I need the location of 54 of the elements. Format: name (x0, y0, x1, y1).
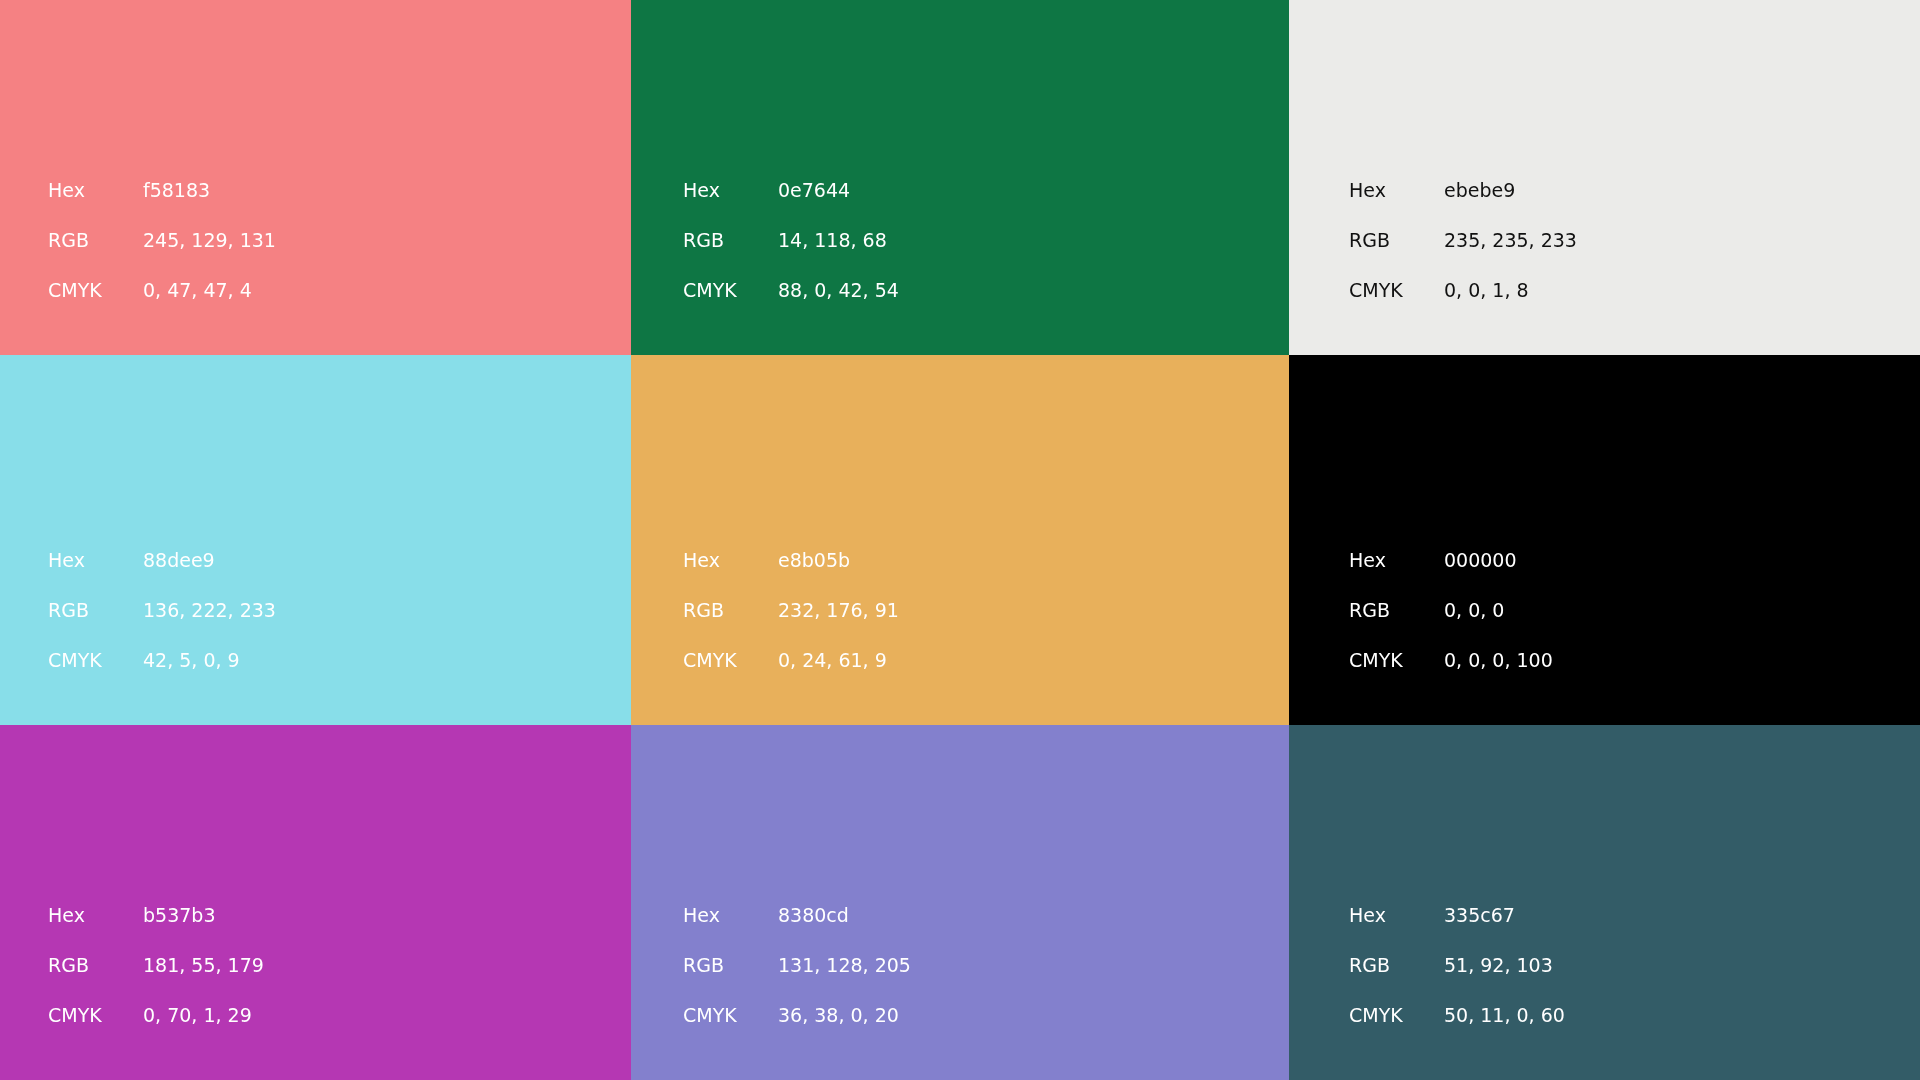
color-value: 0, 0, 1, 8 (1444, 277, 1529, 303)
color-format-label: Hex (683, 177, 721, 203)
color-value: ebebe9 (1444, 177, 1516, 203)
color-value: 36, 38, 0, 20 (778, 1002, 899, 1028)
color-value: 14, 118, 68 (778, 227, 887, 253)
color-value: 136, 222, 233 (143, 597, 276, 623)
color-value: 0, 0, 0, 100 (1444, 647, 1553, 673)
color-value: 131, 128, 205 (778, 952, 911, 978)
color-value: b537b3 (143, 902, 216, 928)
color-format-label: CMYK (683, 1002, 738, 1028)
color-value: 0, 24, 61, 9 (778, 647, 887, 673)
color-value: 232, 176, 91 (778, 597, 899, 623)
color-format-label: CMYK (48, 277, 103, 303)
color-format-label: RGB (683, 597, 725, 623)
color-format-label: Hex (1349, 547, 1387, 573)
color-format-label: CMYK (1349, 647, 1404, 673)
color-format-label: CMYK (48, 1002, 103, 1028)
color-format-label: RGB (48, 597, 90, 623)
color-format-label: Hex (48, 902, 86, 928)
color-value: 88dee9 (143, 547, 215, 573)
color-format-label: RGB (683, 227, 725, 253)
color-value: 0, 70, 1, 29 (143, 1002, 252, 1028)
color-format-label: CMYK (48, 647, 103, 673)
color-value: 181, 55, 179 (143, 952, 264, 978)
color-format-label: CMYK (1349, 277, 1404, 303)
color-value: 000000 (1444, 547, 1517, 573)
color-format-label: RGB (1349, 227, 1391, 253)
color-format-label: RGB (1349, 952, 1391, 978)
color-format-label: Hex (1349, 902, 1387, 928)
color-value: 42, 5, 0, 9 (143, 647, 240, 673)
color-value: 0, 0, 0 (1444, 597, 1505, 623)
color-format-label: RGB (683, 952, 725, 978)
color-format-label: CMYK (683, 647, 738, 673)
color-value: e8b05b (778, 547, 851, 573)
color-value: 50, 11, 0, 60 (1444, 1002, 1565, 1028)
color-format-label: CMYK (1349, 1002, 1404, 1028)
color-value: 51, 92, 103 (1444, 952, 1553, 978)
color-format-label: Hex (48, 177, 86, 203)
color-format-label: RGB (1349, 597, 1391, 623)
color-value: 235, 235, 233 (1444, 227, 1577, 253)
color-format-label: Hex (683, 902, 721, 928)
color-value: 8380cd (778, 902, 849, 928)
color-value: f58183 (143, 177, 211, 203)
color-format-label: RGB (48, 227, 90, 253)
color-format-label: CMYK (683, 277, 738, 303)
color-format-label: RGB (48, 952, 90, 978)
color-format-label: Hex (48, 547, 86, 573)
color-format-label: Hex (683, 547, 721, 573)
color-value: 335c67 (1444, 902, 1515, 928)
color-value: 0, 47, 47, 4 (143, 277, 252, 303)
color-value: 0e7644 (778, 177, 851, 203)
color-value: 245, 129, 131 (143, 227, 276, 253)
color-value: 88, 0, 42, 54 (778, 277, 899, 303)
color-format-label: Hex (1349, 177, 1387, 203)
